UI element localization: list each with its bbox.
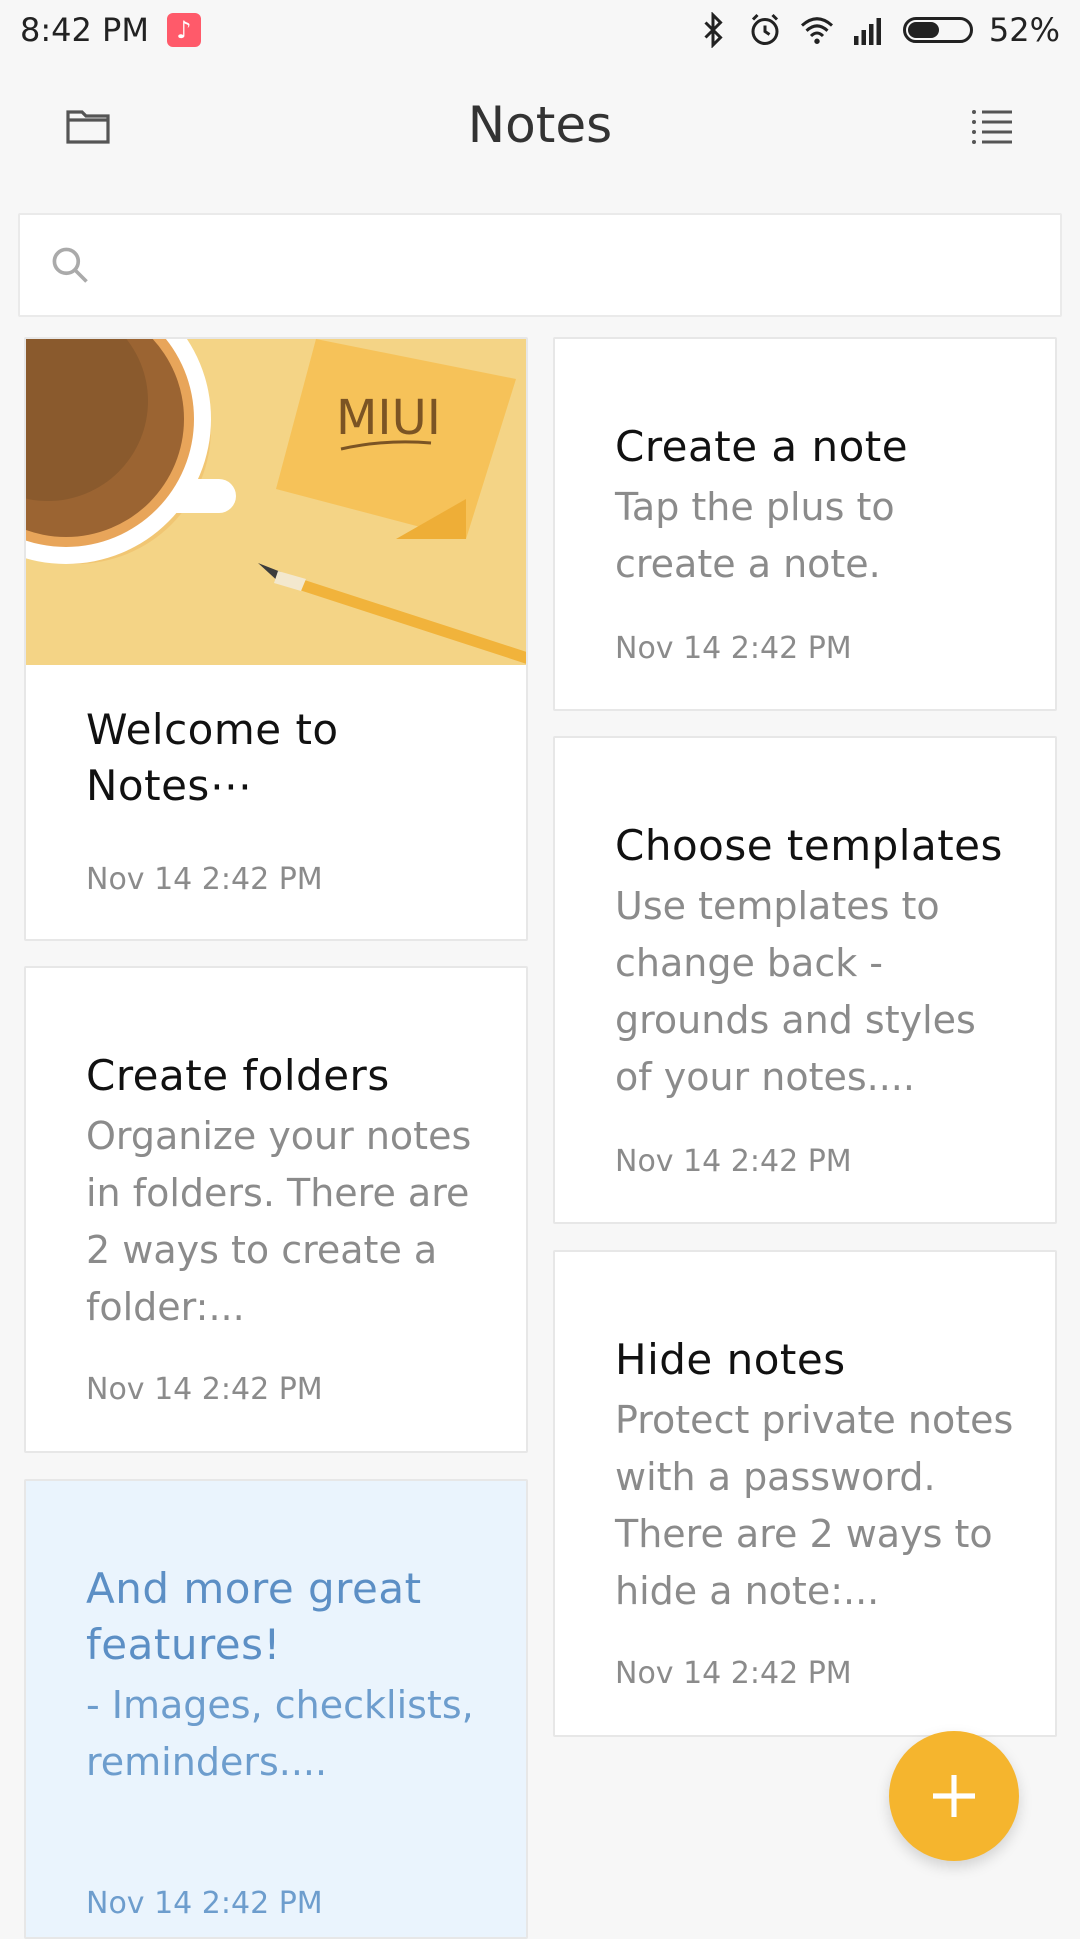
note-time: Nov 14 2:42 PM (86, 1372, 323, 1407)
bluetooth-icon (704, 12, 723, 48)
note-time: Nov 14 2:42 PM (615, 1144, 852, 1179)
note-card-folders[interactable]: Create folders Organize your notes in fo… (24, 966, 528, 1453)
note-card-create-note[interactable]: Create a note Tap the plus to create a n… (553, 337, 1057, 711)
note-card-welcome[interactable]: MIUI Welcome to Notes⋯ Nov 14 2:42 PM (24, 337, 528, 941)
note-preview: Protect private notes with a password. T… (615, 1398, 1014, 1613)
note-preview: Organize your notes in folders. There ar… (86, 1114, 472, 1329)
note-card-more-features[interactable]: And more great features! - Images, check… (24, 1479, 528, 1939)
status-bar: 8:42 PM ♪ 52% (0, 0, 1080, 60)
search-box[interactable] (18, 213, 1062, 317)
plus-icon (933, 1775, 975, 1817)
alarm-icon (751, 13, 779, 45)
page-title: Notes (467, 96, 613, 154)
note-title: Hide notes (615, 1335, 846, 1384)
add-note-button[interactable] (889, 1731, 1019, 1861)
note-title: Choose templates (615, 821, 1003, 870)
note-illustration: MIUI (26, 339, 526, 665)
note-title: Welcome to Notes⋯ (86, 705, 339, 810)
wifi-icon (800, 17, 833, 44)
note-preview: - Images, checklists, reminders.... (86, 1683, 474, 1784)
battery-percent: 52% (988, 11, 1060, 49)
note-preview: Use templates to change back - grounds a… (615, 884, 976, 1099)
note-time: Nov 14 2:42 PM (615, 1656, 852, 1691)
search-icon (52, 247, 88, 283)
status-time: 8:42 PM (20, 11, 149, 49)
note-card-hide-notes[interactable]: Hide notes Protect private notes with a … (553, 1250, 1057, 1737)
music-app-icon: ♪ (166, 13, 201, 47)
note-card-templates[interactable]: Choose templates Use templates to change… (553, 736, 1057, 1224)
list-view-icon[interactable] (968, 102, 1016, 150)
note-title: Create a note (615, 422, 909, 471)
note-time: Nov 14 2:42 PM (86, 862, 323, 897)
note-time: Nov 14 2:42 PM (615, 631, 852, 666)
note-title: Create folders (86, 1051, 390, 1100)
note-time: Nov 14 2:42 PM (86, 1886, 323, 1921)
note-preview: Tap the plus to create a note. (615, 485, 895, 586)
search-input[interactable] (110, 243, 1060, 287)
app-header: Notes (0, 70, 1080, 190)
miui-sticky-text: MIUI (336, 390, 441, 446)
battery-icon (902, 17, 973, 43)
note-title: And more great features! (86, 1564, 422, 1669)
signal-icon (853, 18, 881, 45)
